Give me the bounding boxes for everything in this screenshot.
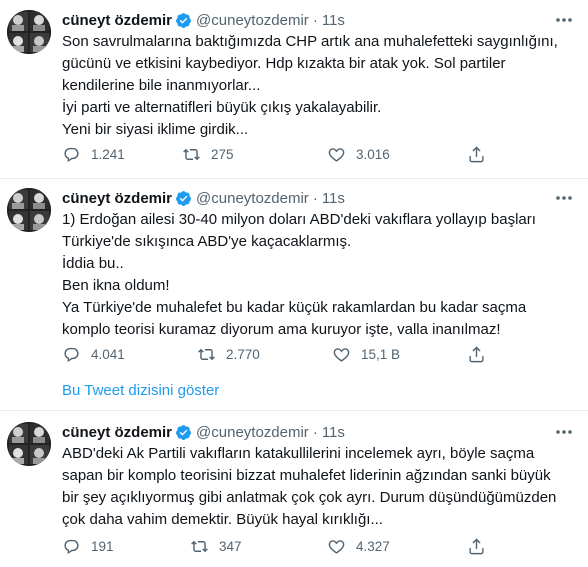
- retweet-count: 347: [219, 538, 242, 554]
- tweet-text-line: Türkiye'de sıkışınca ABD'ye kaçacaklarmı…: [62, 233, 352, 250]
- tweet-actions: 1.241 275 3.016: [62, 142, 492, 166]
- avatar[interactable]: [7, 188, 51, 232]
- avatar-photo-icon: [7, 10, 51, 54]
- tweet-1[interactable]: cüneyt özdemir @cuneytozdemir · 11s Son …: [0, 10, 588, 170]
- like-count: 3.016: [356, 146, 390, 162]
- tweet-text-line: 1) Erdoğan ailesi 30-40 milyon doları AB…: [62, 211, 536, 228]
- tweet-text-line: kendilerine bile inanmıyorlar...: [62, 77, 261, 94]
- heart-icon: [328, 147, 345, 162]
- share-button[interactable]: [467, 534, 496, 558]
- like-count: 4.327: [356, 538, 390, 554]
- author-handle[interactable]: @cuneytozdemir: [196, 12, 309, 29]
- share-icon: [469, 145, 484, 162]
- like-count: 15,1 B: [361, 346, 401, 362]
- tweet-divider: [0, 178, 588, 179]
- retweet-icon: [191, 540, 208, 552]
- tweet-header: cüneyt özdemir @cuneytozdemir · 11s: [62, 422, 345, 442]
- tweet-text-line: Son savrulmalarına baktığımızda CHP artı…: [62, 33, 558, 50]
- avatar[interactable]: [7, 422, 51, 466]
- tweet-text-line: çok daha vahim demektir. Büyük hayal kır…: [62, 511, 383, 528]
- more-options-icon[interactable]: [554, 190, 574, 206]
- avatar-photo-icon: [7, 188, 51, 232]
- retweet-icon: [198, 348, 215, 360]
- reply-button[interactable]: 1.241: [62, 142, 125, 166]
- separator-dot: ·: [312, 423, 318, 441]
- tweet-text-line: Yeni bir siyasi iklime girdik...: [62, 121, 249, 138]
- tweet-timestamp[interactable]: 11s: [322, 12, 345, 29]
- share-icon: [469, 345, 484, 362]
- tweet-actions: 191 347 4.327: [62, 534, 492, 558]
- verified-badge-icon: [176, 12, 191, 28]
- tweet-text-line: komplo teorisi kuramaz diyorum ama kuruy…: [62, 321, 501, 338]
- tweet-text-line: Ben ikna oldum!: [62, 277, 170, 294]
- separator-dot: ·: [312, 189, 318, 207]
- retweet-button[interactable]: 275: [182, 142, 234, 166]
- tweet-text-line: ABD'deki Ak Partili vakıfların katakulli…: [62, 445, 535, 462]
- reply-button[interactable]: 191: [62, 534, 114, 558]
- avatar[interactable]: [7, 10, 51, 54]
- author-name[interactable]: cüneyt özdemir: [62, 12, 172, 29]
- retweet-count: 275: [211, 146, 234, 162]
- tweet-3[interactable]: cüneyt özdemir @cuneytozdemir · 11s ABD'…: [0, 422, 588, 567]
- tweet-text: 1) Erdoğan ailesi 30-40 milyon doları AB…: [62, 209, 572, 341]
- show-thread-link[interactable]: Bu Tweet dizisini göster: [62, 382, 219, 399]
- tweet-text-line: sapan bir komplo teorisini bizzat muhale…: [62, 467, 551, 484]
- reply-icon: [64, 147, 79, 162]
- reply-icon: [64, 347, 79, 362]
- retweet-icon: [183, 148, 200, 160]
- reply-button[interactable]: 4.041: [62, 342, 125, 366]
- tweet-header: cüneyt özdemir @cuneytozdemir · 11s: [62, 188, 345, 208]
- retweet-button[interactable]: 347: [190, 534, 242, 558]
- tweet-text-line: bir şey açıklıyormuş gibi anlatmak çok ç…: [62, 489, 557, 506]
- retweet-button[interactable]: 2.770: [197, 342, 260, 366]
- verified-badge-icon: [176, 424, 191, 440]
- more-options-icon[interactable]: [554, 12, 574, 28]
- tweet-timestamp[interactable]: 11s: [322, 424, 345, 441]
- heart-icon: [328, 539, 345, 554]
- tweet-text-line: gücünü ve etkisini kaybediyor. Hdp kızak…: [62, 55, 506, 72]
- retweet-count: 2.770: [226, 346, 260, 362]
- heart-icon: [333, 347, 350, 362]
- reply-count: 191: [91, 538, 114, 554]
- tweet-timestamp[interactable]: 11s: [322, 190, 345, 207]
- more-options-icon[interactable]: [554, 424, 574, 440]
- author-handle[interactable]: @cuneytozdemir: [196, 190, 309, 207]
- share-button[interactable]: [467, 142, 496, 166]
- like-button[interactable]: 3.016: [327, 142, 390, 166]
- tweet-divider: [0, 410, 588, 411]
- separator-dot: ·: [312, 11, 318, 29]
- tweet-text: Son savrulmalarına baktığımızda CHP artı…: [62, 31, 572, 141]
- reply-icon: [64, 539, 79, 554]
- reply-count: 1.241: [91, 146, 125, 162]
- avatar-photo-icon: [7, 422, 51, 466]
- tweet-header: cüneyt özdemir @cuneytozdemir · 11s: [62, 10, 345, 30]
- tweet-text: ABD'deki Ak Partili vakıfların katakulli…: [62, 443, 572, 531]
- tweet-actions: 4.041 2.770 15,1 B: [62, 342, 492, 366]
- like-button[interactable]: 4.327: [327, 534, 390, 558]
- share-icon: [469, 537, 484, 554]
- like-button[interactable]: 15,1 B: [332, 342, 400, 366]
- tweet-text-line: İyi parti ve alternatifleri büyük çıkış …: [62, 99, 382, 116]
- reply-count: 4.041: [91, 346, 125, 362]
- author-name[interactable]: cüneyt özdemir: [62, 424, 172, 441]
- tweet-text-line: Ya Türkiye'de muhalefet bu kadar küçük r…: [62, 299, 527, 316]
- verified-badge-icon: [176, 190, 191, 206]
- share-button[interactable]: [467, 342, 496, 366]
- tweet-2[interactable]: cüneyt özdemir @cuneytozdemir · 11s 1) E…: [0, 188, 588, 399]
- tweet-text-line: İddia bu..: [62, 255, 124, 272]
- author-handle[interactable]: @cuneytozdemir: [196, 424, 309, 441]
- author-name[interactable]: cüneyt özdemir: [62, 190, 172, 207]
